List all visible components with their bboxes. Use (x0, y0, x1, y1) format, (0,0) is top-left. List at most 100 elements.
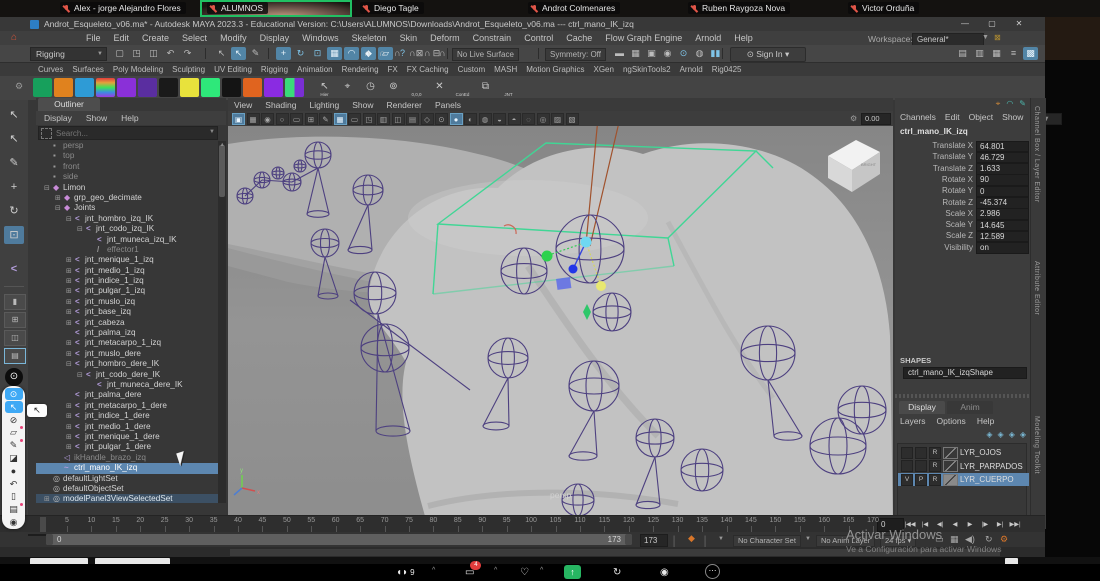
outliner-item-joints[interactable]: ⊟◆Joints (36, 203, 218, 213)
shape-name[interactable]: ctrl_mano_IK_izqShape (903, 367, 1027, 379)
annot-highlighter-icon[interactable]: ▱ (5, 426, 23, 438)
outliner-item-jnt-base-izq[interactable]: ⊞<jnt_base_izq (36, 307, 218, 317)
joint-tool[interactable]: < (4, 260, 24, 278)
annot-pen-icon[interactable]: ✎ (5, 439, 23, 451)
annot-color-icon[interactable]: ● (5, 465, 23, 477)
layer-playback-toggle[interactable] (915, 460, 927, 472)
image-plane-icon[interactable]: ▭ (290, 113, 303, 125)
annot-screen-icon[interactable]: ▤ (5, 503, 23, 515)
screen-ao-icon[interactable]: ◓ (508, 113, 521, 125)
outliner-item-jnt-codo-dere-ik[interactable]: ⊟<jnt_codo_dere_IK (36, 370, 218, 380)
audio-icon[interactable]: ◀) (965, 534, 975, 545)
channel-row-visibility[interactable]: Visibilityon (895, 242, 1030, 253)
viewport-menu-lighting[interactable]: Lighting (309, 100, 339, 110)
poly-count-icon[interactable]: ▥ (972, 47, 987, 60)
shelf-tab-mash[interactable]: MASH (494, 65, 517, 74)
sync-icon[interactable]: ↻ (985, 534, 993, 545)
outliner-item-jnt-menique-1-dere[interactable]: ⊞<jnt_menique_1_dere (36, 432, 218, 442)
channel-speed-icon[interactable]: ◠ (1006, 99, 1013, 109)
bookmark-icon[interactable]: ○ (276, 113, 289, 125)
frame-tick-40[interactable]: 40 (234, 517, 242, 524)
frame-tick-125[interactable]: 125 (647, 517, 659, 524)
outliner-item-limon[interactable]: ⊟◆Limon (36, 183, 218, 193)
layer-playback-toggle[interactable]: P (915, 474, 927, 486)
undo-icon[interactable]: ↶ (163, 47, 178, 60)
viewport-menu-panels[interactable]: Panels (435, 100, 461, 110)
safe-title-icon[interactable]: ◇ (421, 113, 434, 125)
outliner-item-ctrl-mano-ik-izq[interactable]: ~ctrl_mano_IK_izq (36, 463, 218, 473)
symmetry-select[interactable]: Symmetry: Off (545, 48, 606, 61)
frame-tick-30[interactable]: 30 (185, 517, 193, 524)
tool-settings-toggle-icon[interactable]: ▩ (1023, 47, 1038, 60)
hypershade-icon[interactable]: ⊙ (676, 47, 691, 60)
layer-tab-anim[interactable]: Anim (947, 401, 993, 414)
lasso-tool[interactable]: ↖ (4, 130, 24, 148)
file-new-icon[interactable]: ▢ (112, 47, 127, 60)
outliner-item-defaultobjectset[interactable]: ◎defaultObjectSet (36, 484, 218, 494)
shelf-custom-9[interactable] (201, 78, 220, 97)
frame-tick-110[interactable]: 110 (574, 517, 585, 524)
paint-select-tool[interactable]: ✎ (4, 154, 24, 172)
outliner-item-grp-geo-decimate[interactable]: ⊞◆grp_geo_decimate (36, 193, 218, 203)
outliner-item-jnt-pulgar-1-izq[interactable]: ⊞<jnt_pulgar_1_izq (36, 286, 218, 296)
sign-in-button[interactable]: ⊙ Sign In ▾ (730, 47, 806, 62)
channel-box-toggle-icon[interactable]: ▦ (989, 47, 1004, 60)
menu-display[interactable]: Display (260, 33, 290, 43)
shelf-custom-7[interactable] (159, 78, 178, 97)
scale-tool-icon[interactable]: ⊡ (310, 47, 325, 60)
ipr-render-icon[interactable]: ▣ (644, 47, 659, 60)
workspace-caret-icon[interactable]: ▼ (982, 34, 989, 41)
select-tool[interactable]: ↖ (4, 106, 24, 124)
outliner-item-jnt-hombro-dere-ik[interactable]: ⊟<jnt_hombro_dere_IK (36, 359, 218, 369)
step-back-frame-button[interactable]: |◀ (918, 518, 932, 531)
frame-tick-160[interactable]: 160 (818, 517, 830, 524)
grid-snap-icon[interactable]: ∩ (390, 47, 405, 60)
play-backwards-button[interactable]: ◀ (948, 518, 962, 531)
frame-tick-150[interactable]: 150 (770, 517, 782, 524)
frame-tick-80[interactable]: 80 (429, 517, 437, 524)
point-snap-icon[interactable]: ∩ (375, 47, 390, 60)
custom-badge-icon[interactable]: ⊙ (5, 368, 23, 386)
shelf-custom-3[interactable] (75, 78, 94, 97)
menu-skeleton[interactable]: Skeleton (352, 33, 387, 43)
menu-cache[interactable]: Cache (566, 33, 592, 43)
shelf-tab-xgen[interactable]: XGen (594, 65, 614, 74)
record-icon[interactable]: ◉ (660, 565, 669, 580)
anim-layer-caret-icon[interactable]: ▼ (805, 536, 811, 542)
channel-row-rotate-z[interactable]: Rotate Z-45.374 (895, 197, 1030, 208)
annot-eraser-icon[interactable]: ◪ (5, 452, 23, 464)
attribute-editor-toggle-icon[interactable]: ≡ (1006, 47, 1021, 60)
frame-tick-85[interactable]: 85 (454, 517, 462, 524)
outliner-item-effector1[interactable]: /effector1 (36, 245, 218, 255)
camera-attributes-icon[interactable]: ◉ (261, 113, 274, 125)
channel-hyperbolic-icon[interactable]: ✎ (1019, 99, 1026, 109)
side-tab-modeling-toolkit[interactable]: Modeling Toolkit (1033, 416, 1040, 474)
live-surface-field[interactable]: No Live Surface (452, 48, 519, 61)
outliner-menu-show[interactable]: Show (86, 113, 107, 123)
layer-visibility-toggle[interactable] (901, 447, 913, 459)
search-filter-icon[interactable] (41, 128, 52, 139)
frame-tick-60[interactable]: 60 (332, 517, 340, 524)
camera-switch-icon[interactable]: ↻ (613, 565, 621, 580)
set-key-icon[interactable]: ◆ (688, 533, 695, 544)
outliner-item-jnt-indice-1-dere[interactable]: ⊞<jnt_indice_1_dere (36, 411, 218, 421)
outliner-item-jnt-medio-1-izq[interactable]: ⊞<jnt_medio_1_izq (36, 266, 218, 276)
menu-select[interactable]: Select (182, 33, 207, 43)
viewport-menu-view[interactable]: View (234, 100, 252, 110)
frame-tick-65[interactable]: 65 (356, 517, 364, 524)
shelf-custom-4[interactable] (96, 78, 115, 97)
menu-control[interactable]: Control (524, 33, 553, 43)
isolate-select-icon[interactable]: ◎ (537, 113, 550, 125)
outliner-item-ikhandle-brazo-izq[interactable]: ◁ikHandle_brazo_izq (36, 453, 218, 463)
viewport-menu-renderer[interactable]: Renderer (387, 100, 422, 110)
reactions-caret-icon[interactable]: ^ (540, 567, 543, 574)
shelf-tab-sculpting[interactable]: Sculpting (172, 65, 205, 74)
viewport-menu-show[interactable]: Show (352, 100, 373, 110)
frame-tick-95[interactable]: 95 (503, 517, 511, 524)
shelf-custom-11[interactable] (243, 78, 262, 97)
layer-menu-help[interactable]: Help (977, 416, 994, 426)
end-time-field[interactable]: 173 (640, 534, 668, 547)
channel-row-rotate-x[interactable]: Rotate X90 (895, 174, 1030, 185)
shelf-custom-12[interactable] (264, 78, 283, 97)
connection-editor-icon[interactable]: ConEd (453, 78, 472, 97)
